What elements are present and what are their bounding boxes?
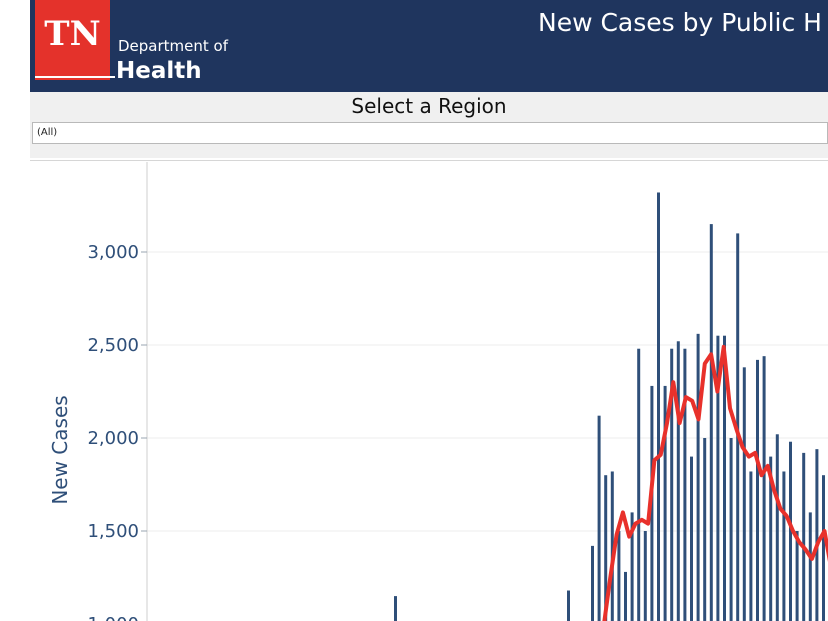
y-tick-label: 2,000 [87, 428, 139, 449]
new-cases-chart: 1,000 1,500 2,000 2,500 3,000 New Cases [48, 162, 828, 621]
bar [657, 192, 660, 621]
y-tick-label: 1,500 [87, 521, 139, 542]
region-filter-panel: Select a Region (All) [30, 92, 828, 158]
bar [729, 438, 733, 621]
page-left-margin [0, 0, 30, 621]
logo-health-text: Health [116, 58, 202, 84]
bar [762, 356, 766, 621]
bar [683, 348, 687, 621]
y-tick-label: 3,000 [87, 242, 139, 263]
bar [690, 456, 693, 621]
bar [815, 449, 819, 621]
bar [822, 475, 825, 621]
bar [617, 531, 621, 621]
bar [703, 438, 707, 621]
y-tick-label: 2,500 [87, 335, 139, 356]
bar [709, 224, 713, 621]
logo-department-text: Department of [118, 37, 228, 55]
bar [597, 415, 601, 621]
bar [637, 348, 641, 621]
logo-underline [35, 76, 115, 78]
bar [742, 367, 746, 621]
bar [782, 471, 786, 621]
bar [676, 341, 680, 621]
bar [775, 434, 779, 621]
bar [756, 359, 759, 621]
y-tick-label: 1,000 [87, 614, 139, 621]
region-filter-label: Select a Region [351, 94, 507, 118]
tn-logo: TN [35, 0, 110, 80]
bar [624, 571, 627, 621]
bar [749, 471, 753, 621]
page-title: New Cases by Public H [538, 8, 822, 37]
filter-divider [30, 160, 828, 161]
bar [643, 531, 647, 621]
y-axis-label: New Cases [48, 395, 72, 504]
bar [394, 596, 397, 621]
y-axis-ticks: 1,000 1,500 2,000 2,500 3,000 [87, 242, 147, 621]
bar [795, 531, 799, 621]
bars [394, 192, 825, 621]
bar [802, 452, 806, 621]
bar [696, 333, 700, 621]
header-bar: TN Department of Health New Cases by Pub… [30, 0, 828, 92]
bar [591, 545, 594, 621]
bar [808, 512, 812, 621]
bar [567, 590, 570, 621]
logo-tn-text: TN [44, 14, 101, 54]
region-select[interactable]: (All) [32, 122, 828, 144]
